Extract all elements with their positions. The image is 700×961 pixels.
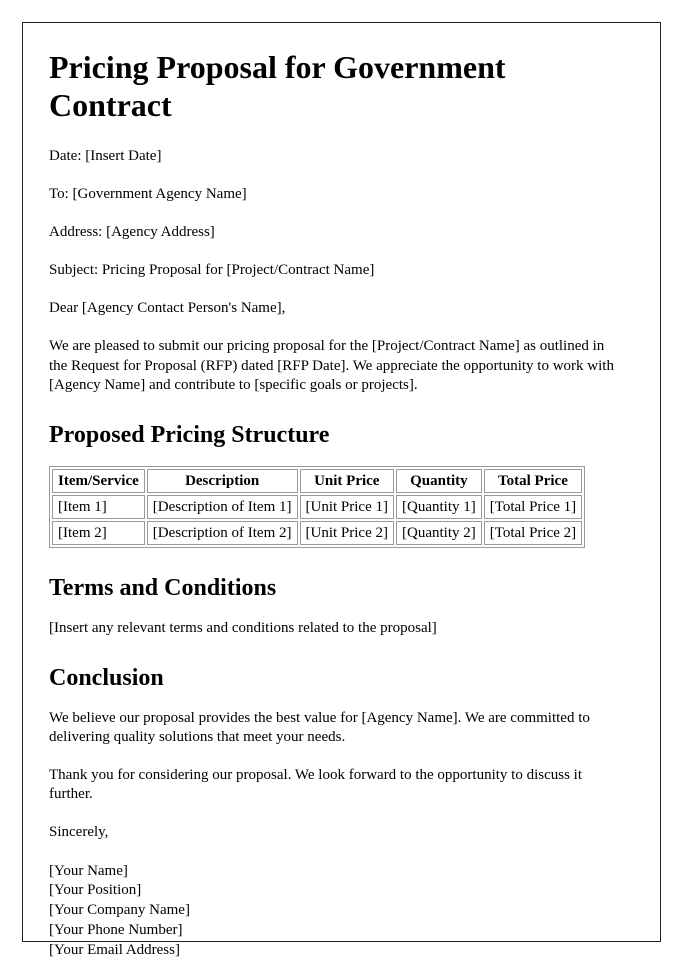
table-row: [Item 1] [Description of Item 1] [Unit P…: [52, 494, 583, 519]
cell-quantity: [Quantity 1]: [396, 494, 482, 519]
table-header-row: Item/Service Description Unit Price Quan…: [52, 468, 583, 493]
terms-body: [Insert any relevant terms and condition…: [49, 619, 437, 636]
signature-line-name: [Your Name]: [49, 862, 128, 879]
cell-description: [Description of Item 2]: [146, 520, 298, 545]
cell-item-service: [Item 1]: [52, 494, 145, 519]
heading-terms-and-conditions: Terms and Conditions: [49, 574, 277, 601]
heading-proposed-pricing-structure: Proposed Pricing Structure: [49, 422, 330, 448]
signature-block: [Your Name] [Your Position] [Your Compan…: [49, 862, 626, 961]
cell-quantity: [Quantity 2]: [396, 520, 482, 545]
cell-total-price: [Total Price 2]: [483, 520, 583, 545]
cell-unit-price: [Unit Price 1]: [299, 494, 394, 519]
signature-line-position: [Your Position]: [49, 882, 142, 899]
column-header-total-price: Total Price: [483, 468, 583, 493]
column-header-description: Description: [146, 468, 298, 493]
signature-line-phone: [Your Phone Number]: [49, 922, 183, 939]
field-address: Address: [Agency Address]: [49, 223, 215, 240]
pricing-table: Item/Service Description Unit Price Quan…: [49, 465, 586, 548]
closing-salutation: Sincerely,: [49, 824, 109, 841]
field-salutation: Dear [Agency Contact Person's Name],: [49, 300, 286, 317]
conclusion-paragraph-1: We believe our proposal provides the bes…: [49, 709, 590, 745]
column-header-unit-price: Unit Price: [299, 468, 394, 493]
cell-description: [Description of Item 1]: [146, 494, 298, 519]
cell-unit-price: [Unit Price 2]: [299, 520, 394, 545]
field-date: Date: [Insert Date]: [49, 147, 162, 164]
document-page: Pricing Proposal for Government Contract…: [22, 22, 661, 958]
cell-item-service: [Item 2]: [52, 520, 145, 545]
cell-total-price: [Total Price 1]: [483, 494, 583, 519]
field-recipient: To: [Government Agency Name]: [49, 185, 247, 202]
column-header-quantity: Quantity: [396, 468, 482, 493]
page-title: Pricing Proposal for Government Contract: [49, 49, 506, 123]
field-subject: Subject: Pricing Proposal for [Project/C…: [49, 262, 375, 279]
column-header-item-service: Item/Service: [52, 468, 145, 493]
heading-conclusion: Conclusion: [49, 664, 164, 691]
conclusion-paragraph-2: Thank you for considering our proposal. …: [49, 766, 583, 803]
document-body: Pricing Proposal for Government Contract…: [23, 23, 660, 961]
signature-line-company: [Your Company Name]: [49, 902, 190, 919]
signature-line-email: [Your Email Address]: [49, 942, 180, 959]
intro-paragraph: We are pleased to submit our pricing pro…: [49, 338, 614, 393]
table-row: [Item 2] [Description of Item 2] [Unit P…: [52, 520, 583, 545]
